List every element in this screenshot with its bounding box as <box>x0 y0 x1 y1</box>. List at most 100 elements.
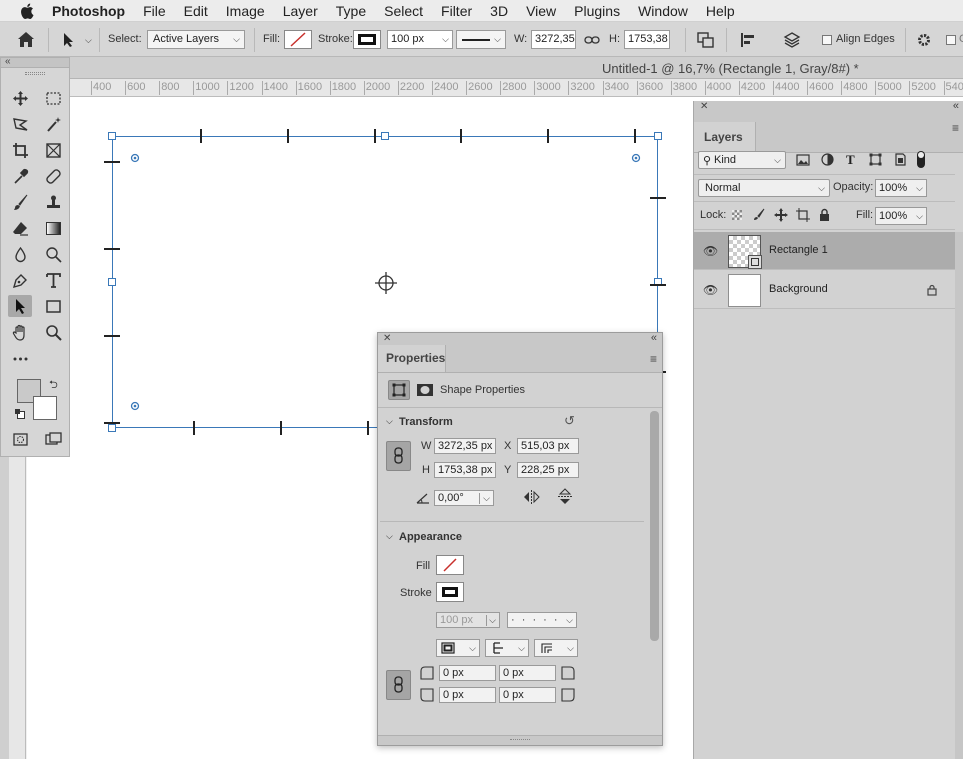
height-field[interactable]: 1753,38 px <box>434 462 496 478</box>
transform-handle-top[interactable] <box>381 132 389 140</box>
menu-type[interactable]: Type <box>336 3 366 19</box>
corner-radius-widget-icon[interactable] <box>631 153 641 163</box>
menu-3d[interactable]: 3D <box>490 3 508 19</box>
menu-plugins[interactable]: Plugins <box>574 3 620 19</box>
app-name-menu[interactable]: Photoshop <box>52 3 125 19</box>
healing-brush-tool-icon[interactable] <box>41 165 65 187</box>
corner-radius-widget-icon[interactable] <box>130 153 140 163</box>
brush-tool-icon[interactable] <box>8 191 32 213</box>
height-field[interactable]: 1753,38 <box>624 30 670 49</box>
link-icon[interactable] <box>584 35 600 45</box>
chevron-down-icon[interactable]: ⌵ <box>386 416 393 427</box>
reset-transform-icon[interactable]: ↺ <box>564 413 575 429</box>
layer-row-background[interactable]: 👁 Background <box>694 271 955 309</box>
filter-pixel-icon[interactable] <box>796 154 810 166</box>
filter-shape-icon[interactable] <box>869 153 882 166</box>
move-tool-icon[interactable] <box>8 87 32 109</box>
fill-swatch-button[interactable] <box>436 555 464 575</box>
frame-tool-icon[interactable] <box>41 139 65 161</box>
tab-layers[interactable]: Layers <box>694 122 756 152</box>
menu-image[interactable]: Image <box>226 3 265 19</box>
pen-tool-icon[interactable] <box>8 269 32 291</box>
collapse-icon[interactable]: « <box>5 56 11 67</box>
stroke-swatch-button[interactable] <box>436 582 464 602</box>
mask-properties-icon[interactable] <box>415 380 435 400</box>
path-selection-tool-icon[interactable] <box>8 295 32 317</box>
fill-swatch-button[interactable] <box>284 30 312 49</box>
dodge-tool-icon[interactable] <box>41 243 65 265</box>
toolbox-header[interactable]: « <box>1 56 69 68</box>
menu-file[interactable]: File <box>143 3 166 19</box>
magic-wand-tool-icon[interactable] <box>41 113 65 135</box>
corner-radius-top-left-field[interactable]: 0 px <box>439 665 496 681</box>
collapse-panel-icon[interactable]: « <box>651 332 657 344</box>
menu-edit[interactable]: Edit <box>184 3 208 19</box>
resize-grip[interactable] <box>510 739 530 742</box>
transform-handle-left[interactable] <box>108 278 116 286</box>
close-panel-icon[interactable]: ✕ <box>700 101 708 112</box>
panel-menu-icon[interactable]: ≡ <box>952 121 959 135</box>
gear-icon[interactable] <box>916 32 932 48</box>
crop-tool-icon[interactable] <box>8 139 32 161</box>
appearance-section-title[interactable]: Appearance <box>399 531 462 543</box>
panel-menu-icon[interactable]: ≡ <box>650 352 657 366</box>
stroke-corners-dropdown[interactable]: ⌵ <box>534 639 578 657</box>
corner-radius-bottom-left-field[interactable]: 0 px <box>439 687 496 703</box>
document-tab-title[interactable]: Untitled-1 @ 16,7% (Rectangle 1, Gray/8#… <box>602 61 859 76</box>
opacity-field[interactable]: 100% ⌵ <box>875 179 927 197</box>
path-arrangement-icon[interactable] <box>783 31 801 49</box>
lock-transparent-icon[interactable] <box>732 210 742 220</box>
path-operations-icon[interactable] <box>697 32 714 48</box>
screen-mode-icon[interactable] <box>41 428 65 450</box>
background-color-swatch[interactable] <box>33 396 57 420</box>
filter-adjustment-icon[interactable] <box>821 153 834 166</box>
transform-handle-bottom-left[interactable] <box>108 424 116 432</box>
corner-radius-widget-icon[interactable] <box>130 401 140 411</box>
stroke-caps-dropdown[interactable]: ⌵ <box>485 639 529 657</box>
menu-layer[interactable]: Layer <box>283 3 318 19</box>
apple-logo-icon[interactable] <box>20 2 34 19</box>
stroke-width-field[interactable]: 100 px ⌵ <box>387 30 453 49</box>
flip-horizontal-icon[interactable] <box>523 490 540 504</box>
more-tools-icon[interactable] <box>8 347 32 369</box>
menu-select[interactable]: Select <box>384 3 423 19</box>
path-selection-tool-icon[interactable] <box>62 32 76 48</box>
link-dimensions-button[interactable] <box>386 441 411 471</box>
toolbox-grip[interactable] <box>25 72 45 75</box>
eraser-tool-icon[interactable] <box>8 217 32 239</box>
stroke-swatch-button[interactable] <box>353 30 381 49</box>
stroke-width-field[interactable]: 100 px ⌵ <box>436 612 500 628</box>
reference-point-crosshair-icon[interactable] <box>374 271 398 295</box>
stroke-type-dropdown[interactable]: · · · · · ⌵ <box>507 612 577 628</box>
layer-filter-dropdown[interactable]: ⚲ Kind ⌵ <box>698 151 786 169</box>
align-edges-checkbox[interactable] <box>822 35 832 45</box>
menu-view[interactable]: View <box>526 3 556 19</box>
corner-radius-bottom-right-field[interactable]: 0 px <box>499 687 556 703</box>
fill-opacity-field[interactable]: 100% ⌵ <box>875 207 927 225</box>
menu-help[interactable]: Help <box>706 3 735 19</box>
horizontal-ruler[interactable]: 400 600 800 1000 1200 1400 1600 1800 2000 2200 240… <box>70 79 963 97</box>
filter-type-icon[interactable]: T <box>846 152 855 168</box>
width-field[interactable]: 3272,35 px <box>434 438 496 454</box>
rectangle-tool-icon[interactable] <box>41 295 65 317</box>
properties-panel-footer[interactable] <box>378 735 662 745</box>
filter-smart-object-icon[interactable] <box>893 153 906 166</box>
tab-properties[interactable]: Properties <box>378 345 446 372</box>
menu-window[interactable]: Window <box>638 3 688 19</box>
close-panel-icon[interactable]: ✕ <box>383 333 391 344</box>
home-icon[interactable] <box>17 31 35 48</box>
transform-handle-top-left[interactable] <box>108 132 116 140</box>
type-tool-icon[interactable] <box>41 269 65 291</box>
eyedropper-tool-icon[interactable] <box>8 165 32 187</box>
lock-pixels-brush-icon[interactable] <box>752 208 765 221</box>
chevron-down-icon[interactable]: ⌵ <box>85 35 92 46</box>
lock-all-icon[interactable] <box>819 208 830 221</box>
visibility-eye-icon[interactable]: 👁 <box>703 283 718 297</box>
visibility-eye-icon[interactable]: 👁 <box>703 244 718 258</box>
lock-position-icon[interactable] <box>774 208 788 222</box>
layer-row-rectangle[interactable]: 👁 Rectangle 1 <box>694 232 955 270</box>
lasso-tool-icon[interactable] <box>8 113 32 135</box>
x-position-field[interactable]: 515,03 px <box>517 438 579 454</box>
constrain-checkbox[interactable] <box>946 35 956 45</box>
filter-toggle-switch[interactable] <box>917 151 925 168</box>
